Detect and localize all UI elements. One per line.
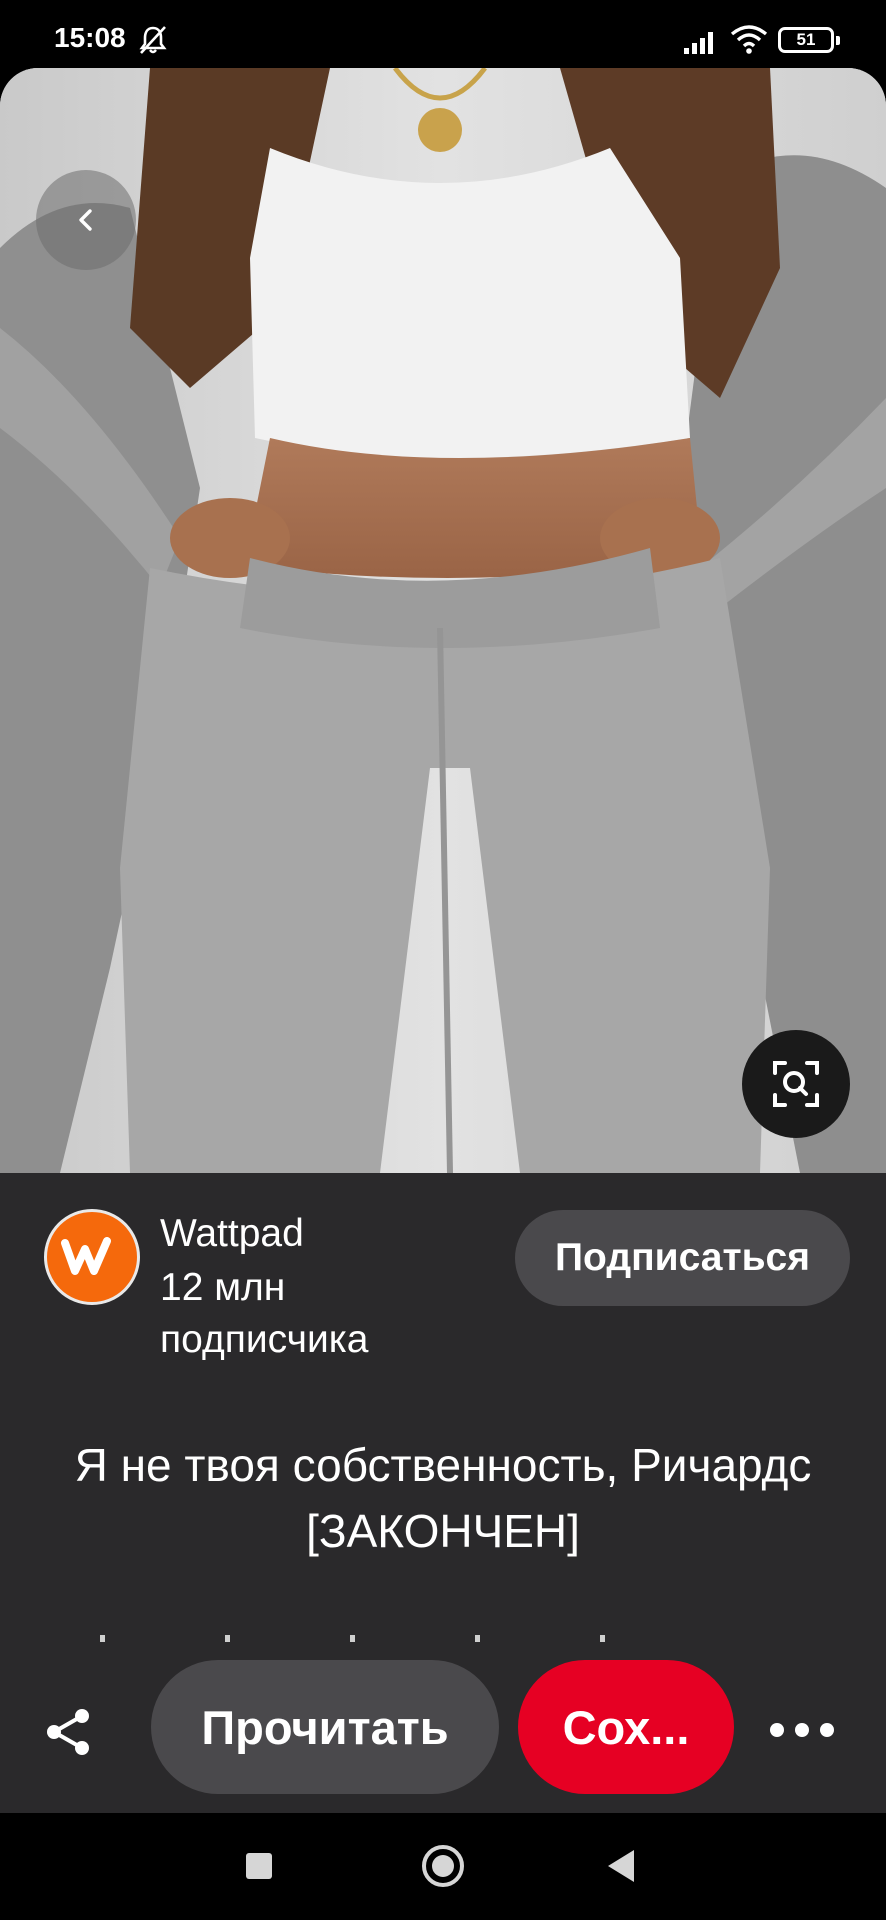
save-button[interactable]: Сох... xyxy=(518,1660,734,1794)
status-time: 15:08 xyxy=(54,22,126,53)
back-icon xyxy=(79,209,92,231)
description-preview xyxy=(100,1632,800,1642)
battery-icon: 51 xyxy=(778,27,840,53)
battery-level: 51 xyxy=(796,30,816,49)
share-button[interactable] xyxy=(36,1700,100,1764)
share-icon xyxy=(47,1709,89,1755)
pin-image[interactable] xyxy=(0,68,886,1173)
follow-button[interactable]: Подписаться xyxy=(515,1210,850,1306)
back-nav-icon[interactable] xyxy=(608,1850,634,1882)
wifi-icon xyxy=(730,25,768,54)
wattpad-logo-icon xyxy=(61,1237,111,1275)
creator-avatar[interactable] xyxy=(44,1209,140,1305)
follower-count: 12 млн подписчика xyxy=(160,1266,369,1361)
creator-name[interactable]: Wattpad xyxy=(160,1212,304,1256)
mute-icon xyxy=(139,26,167,54)
more-options-button[interactable] xyxy=(770,1710,834,1750)
recents-icon[interactable] xyxy=(246,1853,272,1879)
signal-icon xyxy=(684,32,713,54)
read-button[interactable]: Прочитать xyxy=(151,1660,499,1794)
back-button[interactable] xyxy=(36,170,136,270)
visual-search-button[interactable] xyxy=(742,1030,850,1138)
home-icon[interactable] xyxy=(422,1845,464,1887)
visual-search-icon xyxy=(773,1061,819,1107)
more-horizontal-icon xyxy=(770,1723,784,1737)
status-bar: 15:08 51 xyxy=(0,0,886,70)
pin-title: Я не твоя собственность, Ричардс [ЗАКОНЧ… xyxy=(74,1439,812,1557)
